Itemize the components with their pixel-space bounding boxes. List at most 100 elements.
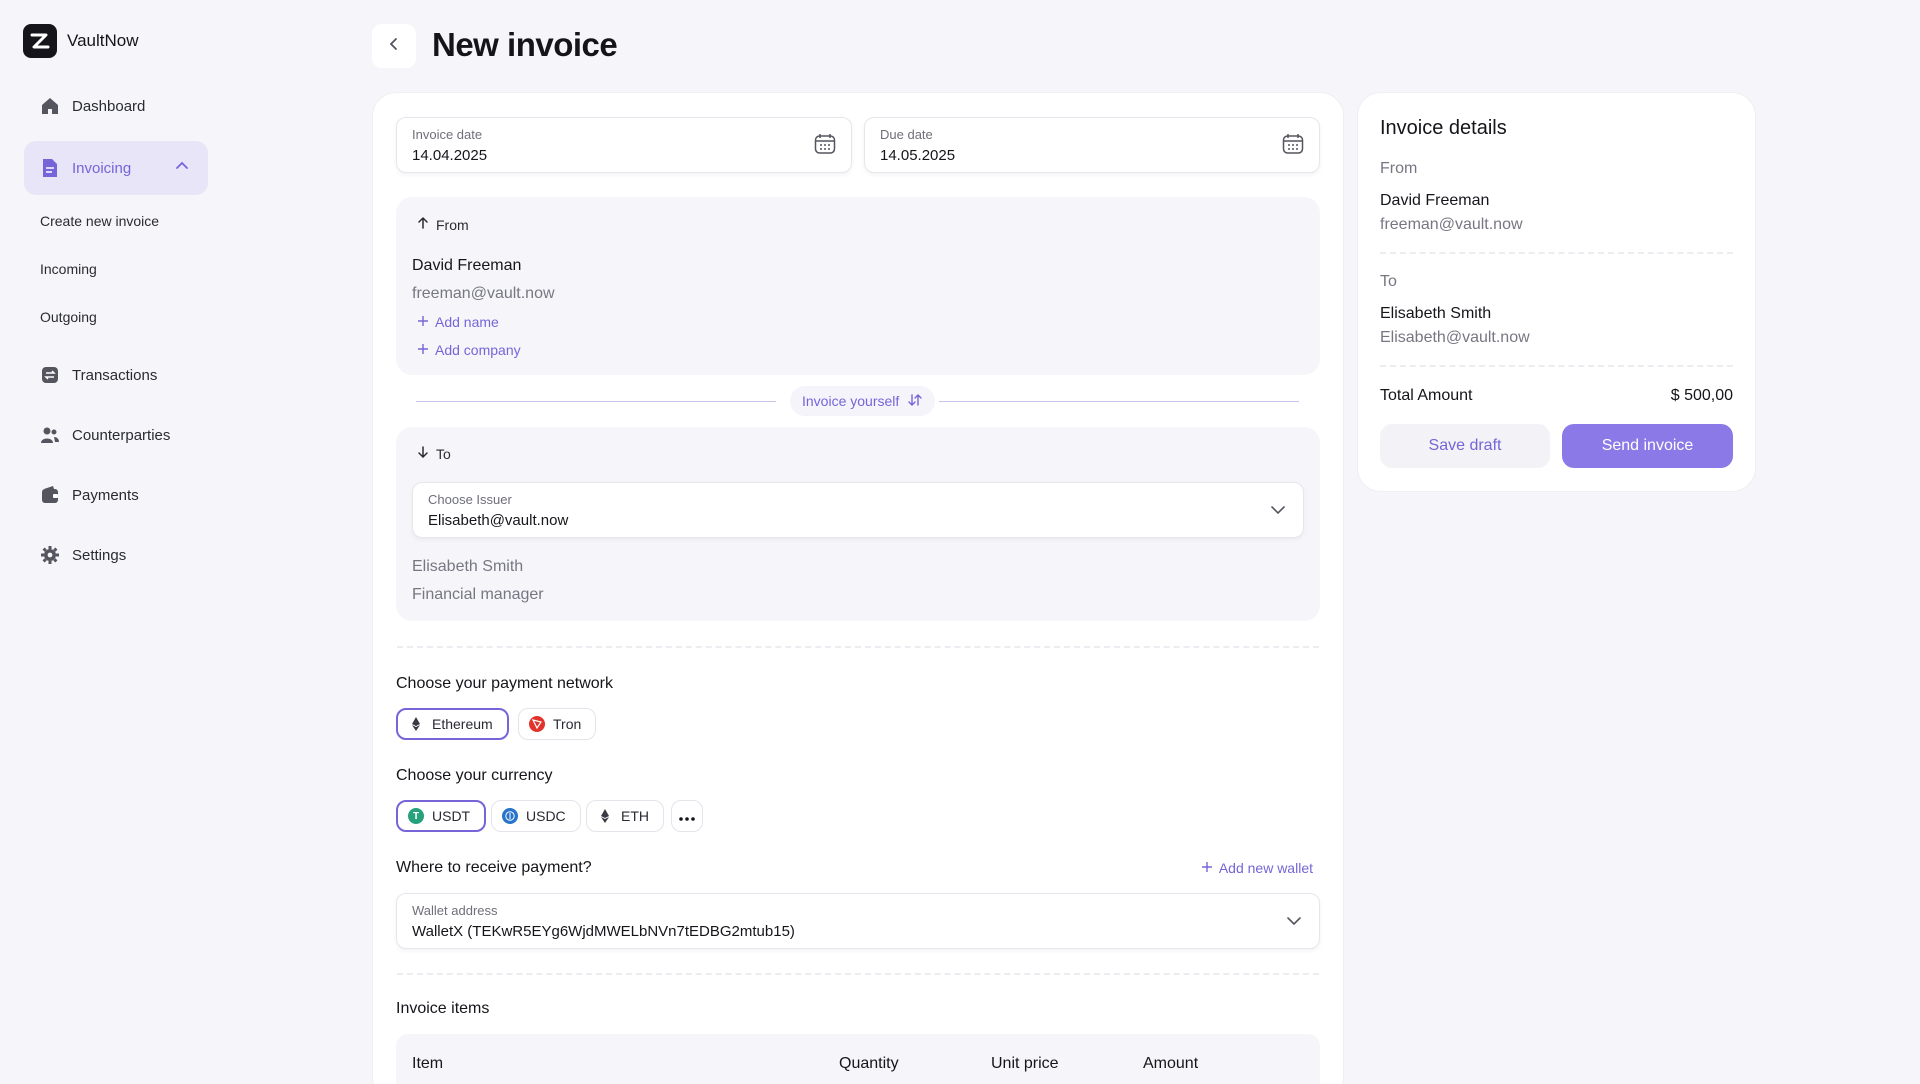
save-draft-button[interactable]: Save draft xyxy=(1380,424,1550,468)
ethereum-icon xyxy=(408,716,424,732)
choose-issuer-select[interactable]: Choose Issuer Elisabeth@vault.now xyxy=(412,482,1304,538)
sidebar-item-label: Settings xyxy=(72,546,127,564)
from-email: freeman@vault.now xyxy=(412,285,555,302)
network-option-ethereum[interactable]: Ethereum xyxy=(396,708,509,740)
more-currencies-button[interactable] xyxy=(671,800,703,832)
invoice-details-card: Invoice details From David Freeman freem… xyxy=(1357,92,1756,492)
currency-option-usdt[interactable]: T USDT xyxy=(396,800,487,832)
chip-label: USDC xyxy=(526,808,566,824)
field-value: 14.04.2025 xyxy=(412,147,488,164)
back-button[interactable] xyxy=(372,24,416,68)
column-header-unit-price: Unit price xyxy=(991,1055,1059,1072)
sidebar-item-label: Invoicing xyxy=(72,159,132,177)
swap-arrows-icon xyxy=(907,392,923,411)
sidebar: VaultNow Dashboard Invoicing Create new … xyxy=(0,0,330,1084)
due-date-field[interactable]: Due date 14.05.2025 xyxy=(864,117,1320,173)
column-header-amount: Amount xyxy=(1143,1055,1199,1072)
add-new-wallet-link[interactable]: Add new wallet xyxy=(1201,860,1313,876)
chip-label: Ethereum xyxy=(432,716,493,732)
app-logo[interactable]: VaultNow xyxy=(23,24,139,58)
send-invoice-button[interactable]: Send invoice xyxy=(1562,424,1733,468)
divider-line xyxy=(416,401,776,402)
total-amount-value: $ 500,00 xyxy=(1670,387,1733,404)
sidebar-item-settings[interactable]: Settings xyxy=(24,528,208,582)
sidebar-item-label: Dashboard xyxy=(72,97,146,115)
arrow-up-icon xyxy=(416,216,430,233)
usdt-icon: T xyxy=(408,808,424,824)
column-header-quantity: Quantity xyxy=(839,1055,899,1072)
sidebar-subitem-incoming[interactable]: Incoming xyxy=(40,261,97,277)
add-new-wallet-label: Add new wallet xyxy=(1218,860,1313,876)
sidebar-subitem-outgoing[interactable]: Outgoing xyxy=(40,309,97,325)
transactions-icon xyxy=(40,365,60,385)
usdc-icon xyxy=(502,808,518,824)
gear-icon xyxy=(40,545,60,565)
section-divider xyxy=(397,646,1319,648)
currency-option-usdc[interactable]: USDC xyxy=(491,800,581,832)
sidebar-item-invoicing[interactable]: Invoicing xyxy=(24,141,208,195)
sidebar-item-label: Payments xyxy=(72,486,139,504)
details-divider xyxy=(1380,252,1733,254)
chip-label: ETH xyxy=(621,808,649,824)
receive-payment-title: Where to receive payment? xyxy=(396,859,592,876)
add-name-link[interactable]: Add name xyxy=(417,314,499,330)
to-panel: To Choose Issuer Elisabeth@vault.now Eli… xyxy=(396,427,1320,621)
app-name: VaultNow xyxy=(67,31,139,50)
sidebar-item-label: Counterparties xyxy=(72,426,171,444)
add-company-link[interactable]: Add company xyxy=(417,342,521,358)
invoice-yourself-button[interactable]: Invoice yourself xyxy=(790,386,936,416)
field-value: 14.05.2025 xyxy=(880,147,956,164)
add-name-label: Add name xyxy=(435,314,499,330)
payment-network-title: Choose your payment network xyxy=(396,675,613,692)
details-to-email: Elisabeth@vault.now xyxy=(1380,329,1530,346)
details-to-label: To xyxy=(1380,273,1397,290)
details-to-name: Elisabeth Smith xyxy=(1380,305,1492,322)
divider-line xyxy=(939,401,1299,402)
field-label: Wallet address xyxy=(412,903,498,918)
details-divider xyxy=(1380,365,1733,367)
tron-icon xyxy=(529,716,545,732)
details-from-name: David Freeman xyxy=(1380,192,1490,209)
chevron-down-icon[interactable] xyxy=(1285,912,1303,935)
vaultnow-logo-icon xyxy=(23,24,57,58)
column-header-item: Item xyxy=(412,1055,444,1072)
field-label: Choose Issuer xyxy=(428,492,512,507)
document-icon xyxy=(40,158,60,178)
page-title: New invoice xyxy=(432,26,618,63)
ethereum-icon xyxy=(597,808,613,824)
calendar-icon[interactable] xyxy=(813,132,837,161)
sidebar-item-dashboard[interactable]: Dashboard xyxy=(24,79,208,133)
sidebar-item-payments[interactable]: Payments xyxy=(24,468,208,522)
wallet-icon xyxy=(40,485,60,505)
chevron-down-icon[interactable] xyxy=(1269,501,1287,524)
add-company-label: Add company xyxy=(435,342,521,358)
invoice-yourself-label: Invoice yourself xyxy=(802,393,900,409)
chevron-left-icon xyxy=(386,36,402,57)
plus-icon xyxy=(417,342,429,358)
plus-icon xyxy=(417,314,429,330)
more-horizontal-icon xyxy=(679,808,695,824)
users-icon xyxy=(40,425,60,445)
from-panel: From David Freeman freeman@vault.now Add… xyxy=(396,197,1320,375)
currency-option-eth[interactable]: ETH xyxy=(586,800,664,832)
sidebar-item-transactions[interactable]: Transactions xyxy=(24,348,208,402)
calendar-icon[interactable] xyxy=(1281,132,1305,161)
details-from-label: From xyxy=(1380,160,1418,177)
home-icon xyxy=(40,96,60,116)
to-name: Elisabeth Smith xyxy=(412,558,524,575)
to-header-label: To xyxy=(436,445,451,462)
to-header: To xyxy=(416,445,451,462)
from-header-label: From xyxy=(436,216,469,233)
sidebar-subitem-create-new-invoice[interactable]: Create new invoice xyxy=(40,213,159,229)
to-role: Financial manager xyxy=(412,586,544,603)
from-header: From xyxy=(416,216,469,233)
wallet-address-select[interactable]: Wallet address WalletX (TEKwR5EYg6WjdMWE… xyxy=(396,893,1320,949)
field-value: Elisabeth@vault.now xyxy=(428,512,569,529)
chip-label: USDT xyxy=(432,808,471,824)
chevron-up-icon[interactable] xyxy=(174,158,190,178)
currency-title: Choose your currency xyxy=(396,767,553,784)
sidebar-item-counterparties[interactable]: Counterparties xyxy=(24,408,208,462)
invoice-date-field[interactable]: Invoice date 14.04.2025 xyxy=(396,117,852,173)
network-option-tron[interactable]: Tron xyxy=(518,708,597,740)
invoice-details-title: Invoice details xyxy=(1380,117,1507,139)
